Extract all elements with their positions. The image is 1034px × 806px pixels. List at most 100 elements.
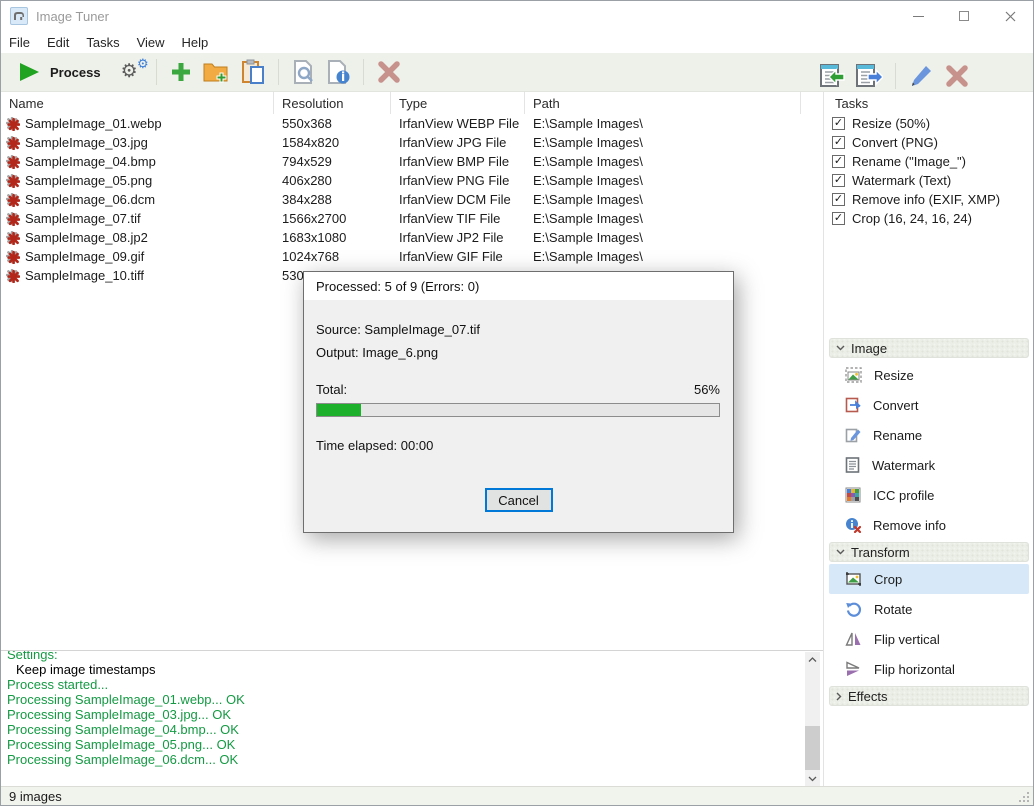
task-checkbox[interactable]: ✓ [832,193,845,206]
image-file-icon [6,174,20,188]
column-header-path[interactable]: Path [525,92,801,114]
task-item[interactable]: ✓ Crop (16, 24, 16, 24) [824,209,1034,228]
table-row[interactable]: SampleImage_01.webp 550x368 IrfanView WE… [1,114,823,133]
task-checkbox[interactable]: ✓ [832,174,845,187]
tool-item-icc-profile[interactable]: ICC profile [829,480,1029,510]
tool-item-rotate[interactable]: Rotate [829,594,1029,624]
table-row[interactable]: SampleImage_09.gif 1024x768 IrfanView GI… [1,247,823,266]
file-resolution: 1566x2700 [274,211,391,226]
settings-button[interactable]: ⚙ ⚙ [121,59,149,85]
image-file-icon [6,193,20,207]
tool-label: ICC profile [873,488,934,503]
chevron-down-icon [836,345,845,351]
table-row[interactable]: SampleImage_06.dcm 384x288 IrfanView DCM… [1,190,823,209]
file-path: E:\Sample Images\ [525,154,801,169]
file-path: E:\Sample Images\ [525,192,801,207]
task-item[interactable]: ✓ Rename ("Image_") [824,152,1034,171]
process-button[interactable]: Process [9,57,109,87]
file-type: IrfanView JPG File [391,135,525,150]
task-item[interactable]: ✓ Convert (PNG) [824,133,1034,152]
gear-small-icon: ⚙ [137,57,149,70]
log-line: Processing SampleImage_06.dcm... OK [7,752,823,767]
log-line: Processing SampleImage_05.png... OK [7,737,823,752]
info-icon [326,59,351,85]
app-icon [10,7,28,25]
preview-button[interactable] [286,56,321,88]
file-name: SampleImage_10.tiff [25,268,144,283]
scroll-down-icon[interactable] [805,771,820,786]
section-header-image[interactable]: Image [829,338,1029,358]
paste-button[interactable] [235,56,271,88]
file-path: E:\Sample Images\ [525,173,801,188]
scrollbar-thumb[interactable] [805,726,820,770]
play-icon [17,60,41,84]
task-item[interactable]: ✓ Remove info (EXIF, XMP) [824,190,1034,209]
scroll-up-icon[interactable] [805,652,820,667]
task-item[interactable]: ✓ Resize (50%) [824,114,1034,133]
file-resolution: 1584x820 [274,135,391,150]
file-type: IrfanView WEBP File [391,116,525,131]
task-checkbox[interactable]: ✓ [832,117,845,130]
table-row[interactable]: SampleImage_04.bmp 794x529 IrfanView BMP… [1,152,823,171]
section-title: Image [851,341,887,356]
add-images-button[interactable] [164,57,198,87]
icc-profile-icon [845,487,861,503]
minimize-button[interactable] [895,1,941,31]
tool-item-crop[interactable]: Crop [829,564,1029,594]
tool-label: Rotate [874,602,912,617]
section-header-transform[interactable]: Transform [829,542,1029,562]
table-row[interactable]: SampleImage_03.jpg 1584x820 IrfanView JP… [1,133,823,152]
image-info-button[interactable] [321,56,356,88]
import-tasks-button[interactable] [812,59,850,92]
add-icon [169,60,193,84]
tool-item-convert[interactable]: Convert [829,390,1029,420]
chevron-down-icon [836,549,845,555]
cancel-button[interactable]: Cancel [485,488,553,512]
tool-item-flip-horizontal[interactable]: Flip horizontal [829,654,1029,684]
column-header-name[interactable]: Name [1,92,274,114]
tool-item-resize[interactable]: Resize [829,360,1029,390]
paste-icon [240,59,266,85]
task-label: Remove info (EXIF, XMP) [852,192,1000,207]
pencil-icon [908,63,934,89]
column-header-type[interactable]: Type [391,92,525,114]
task-label: Watermark (Text) [852,173,951,188]
delete-task-button[interactable] [939,61,975,91]
section-title: Effects [848,689,888,704]
resize-grip-icon[interactable] [1018,791,1031,804]
table-row[interactable]: SampleImage_05.png 406x280 IrfanView PNG… [1,171,823,190]
task-checkbox[interactable]: ✓ [832,155,845,168]
rotate-icon [845,601,862,618]
maximize-button[interactable] [941,1,987,31]
tool-item-remove-info[interactable]: Remove info [829,510,1029,540]
rename-icon [845,427,861,443]
section-header-effects[interactable]: Effects [829,686,1029,706]
task-checkbox[interactable]: ✓ [832,136,845,149]
menu-item[interactable]: File [9,33,40,52]
export-tasks-button[interactable] [850,59,888,92]
close-button[interactable] [987,1,1033,31]
crop-icon [845,571,862,587]
tool-item-watermark[interactable]: Watermark [829,450,1029,480]
menu-item[interactable]: View [137,33,175,52]
tool-item-flip-vertical[interactable]: Flip vertical [829,624,1029,654]
menu-item[interactable]: Tasks [86,33,129,52]
remove-images-button[interactable] [371,57,407,87]
log-scrollbar[interactable] [805,652,820,786]
task-item[interactable]: ✓ Watermark (Text) [824,171,1034,190]
edit-task-button[interactable] [903,60,939,92]
menu-item[interactable]: Edit [47,33,79,52]
image-file-icon [6,155,20,169]
convert-icon [845,397,861,413]
toolbar-separator [363,59,364,85]
table-row[interactable]: SampleImage_08.jp2 1683x1080 IrfanView J… [1,228,823,247]
column-header-resolution[interactable]: Resolution [274,92,391,114]
dialog-source: Source: SampleImage_07.tif [316,322,480,337]
add-folder-button[interactable] [198,57,235,87]
file-resolution: 406x280 [274,173,391,188]
file-resolution: 1683x1080 [274,230,391,245]
menu-item[interactable]: Help [182,33,219,52]
table-row[interactable]: SampleImage_07.tif 1566x2700 IrfanView T… [1,209,823,228]
tool-item-rename[interactable]: Rename [829,420,1029,450]
task-checkbox[interactable]: ✓ [832,212,845,225]
